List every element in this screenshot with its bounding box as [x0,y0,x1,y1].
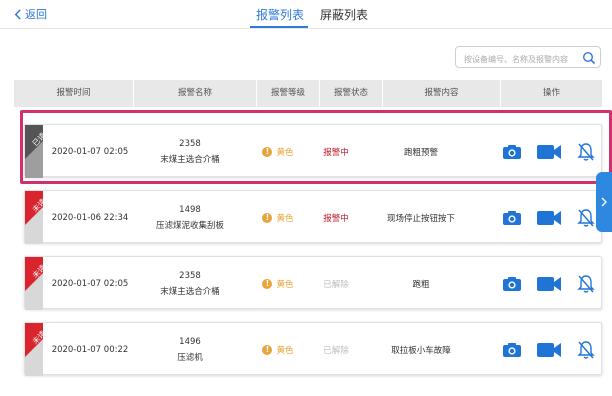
video-icon[interactable] [536,209,562,227]
alarm-content: 取拉板小车故障 [391,345,451,356]
level-label: 黄色 [276,213,294,224]
header-divider [0,28,612,29]
search-icon[interactable] [582,51,596,65]
alarm-status: 已解除 [323,279,349,290]
bell-off-icon[interactable] [576,274,596,294]
back-chevron-icon [14,8,21,20]
column-header-time: 报警时间 [14,80,134,107]
device-name: 压滤机 [177,352,203,363]
device-code: 2358 [179,270,201,281]
alarm-content: 跑粗 [412,279,430,290]
selection-highlight [20,110,612,184]
level-label: 黄色 [276,345,294,356]
alarm-time: 2020-01-07 00:22 [51,344,129,355]
alarm-time: 2020-01-06 22:34 [51,212,129,223]
alarm-content: 现场停止按钮按下 [386,213,455,224]
table-row[interactable]: 未读 2020-01-07 02:05 2358 末煤主选合介桶 ! 黄色 已解… [24,256,603,310]
camera-icon[interactable] [502,276,522,292]
column-header-level: 报警等级 [257,80,320,107]
alarm-status: 报警中 [323,213,349,224]
bell-off-icon[interactable] [576,340,596,360]
device-code: 1496 [179,336,201,347]
column-header-content: 报警内容 [383,80,501,107]
alarm-name-cell: 1498 压滤煤泥收集刮板 [135,191,245,244]
column-header-name: 报警名称 [134,80,257,107]
table-header: 报警时间 报警名称 报警等级 报警状态 报警内容 操作 [14,80,602,107]
device-name: 压滤煤泥收集刮板 [155,220,224,231]
camera-icon[interactable] [502,210,522,226]
side-panel-toggle[interactable] [596,172,612,232]
warning-icon: ! [262,344,273,355]
level-label: 黄色 [276,279,294,290]
table-row[interactable]: 未读 2020-01-07 00:22 1496 压滤机 ! 黄色 已解除 取拉… [24,322,603,376]
alarm-name-cell: 2358 末煤主选合介桶 [135,257,245,310]
table-row[interactable]: 未读 2020-01-06 22:34 1498 压滤煤泥收集刮板 ! 黄色 报… [24,190,603,244]
row-actions [495,191,603,244]
camera-icon[interactable] [502,342,522,358]
tab-alarm-list[interactable]: 报警列表 [256,6,304,23]
alarm-level: ! 黄色 [253,191,303,244]
column-header-status: 报警状态 [320,80,383,107]
row-actions [495,257,603,310]
device-name: 末煤主选合介桶 [160,286,220,297]
video-icon[interactable] [536,275,562,293]
alarm-level: ! 黄色 [253,323,303,376]
warning-icon: ! [262,212,273,223]
back-label: 返回 [25,8,47,21]
search-input[interactable] [462,54,586,65]
column-header-actions: 操作 [542,88,560,98]
device-code: 1498 [179,204,201,215]
alarm-time: 2020-01-07 02:05 [51,278,129,289]
tab-shield-list[interactable]: 屏蔽列表 [320,6,368,23]
alarm-status: 已解除 [323,345,349,356]
alarm-name-cell: 1496 压滤机 [135,323,245,376]
side-expand-icon [601,197,607,207]
alarm-level: ! 黄色 [253,257,303,310]
bell-off-icon[interactable] [576,208,596,228]
row-actions [495,323,603,376]
video-icon[interactable] [536,341,562,359]
search-box[interactable] [455,46,601,68]
back-button[interactable]: 返回 [14,6,47,22]
warning-icon: ! [262,278,273,289]
